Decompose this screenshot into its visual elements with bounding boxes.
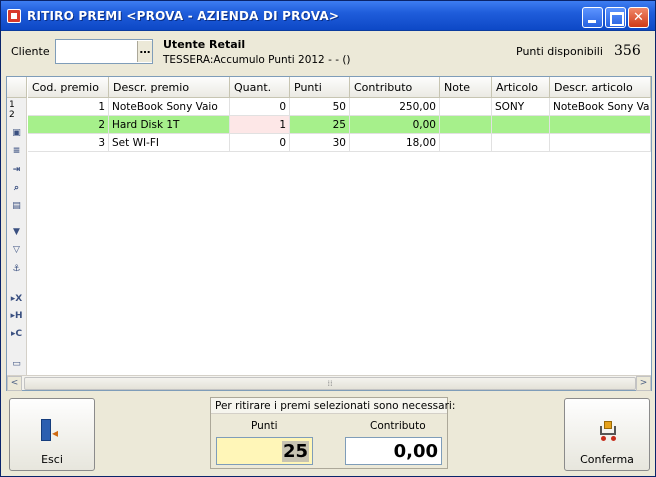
cell-punti[interactable]: 30 (290, 134, 350, 152)
summary-punti-label: Punti (251, 420, 278, 432)
punti-disponibili-value: 356 (614, 43, 641, 59)
app-icon (7, 9, 21, 23)
cliente-lookup-button[interactable]: … (137, 41, 152, 62)
horizontal-scrollbar[interactable]: < ⁞⁞ > (7, 375, 651, 391)
scroll-left-button[interactable]: < (7, 376, 22, 391)
col-quant[interactable]: Quant. (230, 77, 290, 98)
summary-punti-value: 25 (281, 441, 309, 462)
close-button[interactable]: ✕ (628, 7, 649, 28)
export-c-icon[interactable]: ▸C (10, 328, 23, 341)
col-punti[interactable]: Punti (290, 77, 350, 98)
cell-cod[interactable]: 1 (28, 98, 109, 116)
punti-disponibili-label: Punti disponibili (516, 45, 603, 58)
maximize-icon (606, 8, 625, 27)
cell-descr-articolo[interactable] (550, 116, 651, 134)
terminal-icon[interactable]: ▭ (10, 358, 23, 371)
filter-icon[interactable]: ▼ (10, 226, 23, 239)
cart-icon (598, 421, 620, 441)
zoom-icon[interactable]: ⌕ (10, 182, 23, 195)
col-articolo[interactable]: Articolo (492, 77, 550, 98)
minimize-button[interactable] (582, 7, 603, 28)
copy-icon[interactable]: ▣ (10, 127, 23, 140)
cliente-label: Cliente (11, 45, 50, 58)
summary-contributo-field: 0,00 (345, 437, 442, 465)
filter-clear-icon[interactable]: ▽ (10, 244, 23, 257)
confirm-label: Conferma (580, 453, 634, 466)
row-number: 2 (9, 110, 15, 120)
cell-note[interactable] (440, 98, 492, 116)
scroll-thumb[interactable]: ⁞⁞ (24, 377, 636, 390)
grid-corner (7, 77, 27, 98)
export-h-icon[interactable]: ▸H (10, 310, 23, 323)
summary-punti-field: 25 (216, 437, 313, 465)
user-name: Utente Retail (163, 38, 246, 51)
summary-box: Per ritirare i premi selezionati sono ne… (210, 397, 455, 469)
row-number: 1 (9, 100, 15, 110)
columns-icon[interactable]: ▤ (10, 200, 23, 213)
cell-note[interactable] (440, 116, 492, 134)
import-icon[interactable]: ⇥ (10, 164, 23, 177)
summary-caption: Per ritirare i premi selezionati sono ne… (211, 398, 455, 414)
col-cod-premio[interactable]: Cod. premio (28, 77, 109, 98)
exit-label: Esci (41, 453, 63, 466)
summary-contributo-label: Contributo (370, 420, 426, 432)
cell-contributo[interactable]: 0,00 (350, 116, 440, 134)
cell-descr[interactable]: Set WI-FI (109, 134, 230, 152)
tessera-info: TESSERA:Accumulo Punti 2012 - - () (163, 54, 351, 66)
maximize-button[interactable] (605, 7, 626, 28)
cliente-field[interactable]: … (55, 39, 153, 64)
list-icon[interactable]: ≡ (10, 145, 23, 158)
cell-punti[interactable]: 25 (290, 116, 350, 134)
cell-articolo[interactable] (492, 116, 550, 134)
close-icon: ✕ (633, 10, 644, 25)
footer-panel: ◂ Esci Per ritirare i premi selezionati … (2, 393, 654, 476)
cell-quant[interactable]: 0 (230, 98, 290, 116)
cell-punti[interactable]: 50 (290, 98, 350, 116)
window-title: RITIRO PREMI <PROVA - AZIENDA DI PROVA> (27, 9, 340, 23)
col-descr-articolo[interactable]: Descr. articolo (550, 77, 651, 98)
export-x-icon[interactable]: ▸X (10, 293, 23, 306)
window: RITIRO PREMI <PROVA - AZIENDA DI PROVA> … (0, 0, 656, 477)
grid-toolbar: 1 2 ▣ ≡ ⇥ ⌕ ▤ ▼ ▽ ⚓ ▸X ▸H ▸C ▭ (7, 77, 27, 375)
cell-descr[interactable]: Hard Disk 1T (109, 116, 230, 134)
cell-contributo[interactable]: 18,00 (350, 134, 440, 152)
scroll-right-button[interactable]: > (636, 376, 651, 391)
col-descr-premio[interactable]: Descr. premio (109, 77, 230, 98)
cell-quant[interactable]: 0 (230, 134, 290, 152)
cell-articolo[interactable] (492, 134, 550, 152)
cell-contributo[interactable]: 250,00 (350, 98, 440, 116)
col-note[interactable]: Note (440, 77, 492, 98)
cell-cod[interactable]: 3 (28, 134, 109, 152)
cell-articolo[interactable]: SONY (492, 98, 550, 116)
cell-descr[interactable]: NoteBook Sony Vaio (109, 98, 230, 116)
cell-quant[interactable]: 1 (230, 116, 290, 134)
exit-door-icon: ◂ (41, 419, 61, 443)
title-bar[interactable]: RITIRO PREMI <PROVA - AZIENDA DI PROVA> … (1, 1, 655, 31)
minimize-icon (583, 8, 602, 27)
anchor-icon[interactable]: ⚓ (10, 263, 23, 276)
header-panel: Cliente … Utente Retail TESSERA:Accumulo… (2, 31, 654, 73)
cell-cod[interactable]: 2 (28, 116, 109, 134)
cell-note[interactable] (440, 134, 492, 152)
col-contributo[interactable]: Contributo (350, 77, 440, 98)
exit-button[interactable]: ◂ Esci (9, 398, 95, 471)
premi-grid[interactable]: 1 2 ▣ ≡ ⇥ ⌕ ▤ ▼ ▽ ⚓ ▸X ▸H ▸C ▭ Cod. prem… (6, 76, 652, 391)
cell-descr-articolo[interactable]: NoteBook Sony Vaio (550, 98, 651, 116)
cell-descr-articolo[interactable] (550, 134, 651, 152)
confirm-button[interactable]: Conferma (564, 398, 650, 471)
